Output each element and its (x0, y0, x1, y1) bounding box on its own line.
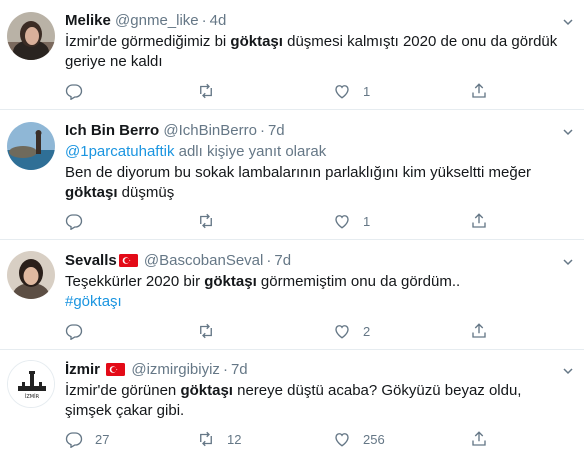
reply-icon (65, 82, 83, 100)
tweet-header: Ich Bin Berro @IchBinBerro · 7d (65, 121, 554, 141)
like-button[interactable]: 1 (333, 211, 370, 231)
timestamp[interactable]: 7d (268, 122, 285, 139)
turkey-flag-icon (118, 254, 138, 267)
like-button[interactable]: 2 (333, 321, 370, 341)
retweet-icon (197, 322, 215, 340)
share-icon (470, 322, 488, 340)
separator-dot: · (259, 122, 265, 139)
tweet-1[interactable]: Melike @gnme_like · 4d İzmir'de görmediğim… (0, 0, 584, 110)
tweet-header: İzmir @izmirgibiyiz · 7d (65, 360, 554, 380)
separator-dot: · (201, 12, 207, 29)
reply-to-link[interactable]: @1parcatuhaftik (65, 143, 174, 160)
retweet-icon (197, 82, 215, 100)
tweet-header: Sevalls @BascobanSeval · 7d (65, 251, 554, 271)
share-button[interactable] (470, 211, 488, 231)
reply-to-label: adlı kişiye yanıt olarak (174, 143, 327, 160)
avatar[interactable]: İZMİR (7, 360, 55, 408)
chevron-down-icon[interactable] (562, 15, 574, 27)
tweet-actions: 1 (65, 211, 495, 231)
reply-icon (65, 430, 83, 448)
share-icon (470, 82, 488, 100)
hashtag-line: #göktaşı (65, 292, 564, 312)
reply-icon (65, 212, 83, 230)
tweet-text-part: görmemiştim onu da gördüm.. (256, 273, 461, 290)
chevron-down-icon[interactable] (562, 255, 574, 267)
share-button[interactable] (470, 81, 488, 101)
chevron-down-icon[interactable] (562, 125, 574, 137)
display-name[interactable]: Melike (65, 12, 111, 29)
user-handle[interactable]: @izmirgibiyiz (131, 361, 220, 378)
turkey-flag-icon (106, 363, 126, 376)
tweet-text-keyword: göktaşı (180, 382, 233, 399)
tweet-text-part: Ben de diyorum bu sokak lambalarının par… (65, 164, 532, 181)
tweet-actions: 27 12 256 (65, 429, 495, 449)
share-icon (470, 212, 488, 230)
tweet-4[interactable]: İZMİR İzmir @izmirgibiyiz · 7d İzmir'de gö… (0, 350, 584, 452)
timestamp[interactable]: 7d (274, 252, 291, 269)
avatar[interactable] (7, 251, 55, 299)
retweet-icon (197, 430, 215, 448)
separator-dot: · (222, 361, 228, 378)
retweet-button[interactable] (197, 81, 227, 101)
like-button[interactable]: 256 (333, 429, 385, 449)
like-button[interactable]: 1 (333, 81, 370, 101)
like-count: 1 (363, 213, 371, 229)
tweet-text: İzmir'de görmediğimiz bi göktaşı düşmesi… (65, 32, 564, 72)
retweet-button[interactable] (197, 211, 227, 231)
avatar[interactable] (7, 12, 55, 60)
tweet-actions: 1 (65, 81, 495, 101)
separator-dot: · (266, 252, 272, 269)
hashtag-link[interactable]: #göktaşı (65, 293, 122, 310)
timestamp[interactable]: 7d (231, 361, 248, 378)
tweet-text: İzmir'de görünen göktaşı nereye düştü ac… (65, 381, 564, 421)
reply-count: 27 (95, 431, 110, 447)
tweet-header: Melike @gnme_like · 4d (65, 11, 554, 31)
tweet-2[interactable]: Ich Bin Berro @IchBinBerro · 7d @1parcatuh… (0, 110, 584, 240)
tweet-actions: 2 (65, 321, 495, 341)
tweet-text-keyword: göktaşı (65, 184, 118, 201)
display-name[interactable]: Ich Bin Berro (65, 122, 159, 139)
like-count: 1 (363, 83, 371, 99)
like-count: 256 (363, 431, 385, 447)
tweet-text-part: İzmir'de görmediğimiz bi (65, 33, 231, 50)
share-icon (470, 430, 488, 448)
display-name[interactable]: İzmir (65, 361, 100, 378)
reply-button[interactable] (65, 321, 95, 341)
retweet-count: 12 (227, 431, 242, 447)
share-button[interactable] (470, 429, 488, 449)
heart-icon (333, 430, 351, 448)
user-handle[interactable]: @gnme_like (115, 12, 199, 29)
like-count: 2 (363, 323, 371, 339)
tweet-timeline: Melike @gnme_like · 4d İzmir'de görmediğim… (0, 0, 584, 452)
avatar[interactable] (7, 122, 55, 170)
retweet-icon (197, 212, 215, 230)
tweet-text-keyword: göktaşı (204, 273, 257, 290)
user-handle[interactable]: @IchBinBerro (163, 122, 257, 139)
display-name[interactable]: Sevalls (65, 252, 117, 269)
chevron-down-icon[interactable] (562, 364, 574, 376)
reply-button[interactable]: 27 (65, 429, 109, 449)
retweet-button[interactable] (197, 321, 227, 341)
tweet-3[interactable]: Sevalls @BascobanSeval · 7d Teşekkürler 20… (0, 240, 584, 350)
timestamp[interactable]: 4d (210, 12, 227, 29)
heart-icon (333, 322, 351, 340)
share-button[interactable] (470, 321, 488, 341)
tweet-text-keyword: göktaşı (230, 33, 283, 50)
reply-button[interactable] (65, 211, 95, 231)
user-handle[interactable]: @BascobanSeval (144, 252, 263, 269)
avatar-logo-text: İZMİR (25, 393, 40, 400)
tweet-text: Teşekkürler 2020 bir göktaşı görmemiştim… (65, 272, 564, 292)
reply-icon (65, 322, 83, 340)
tweet-text-part: Teşekkürler 2020 bir (65, 273, 205, 290)
heart-icon (333, 82, 351, 100)
tweet-text: Ben de diyorum bu sokak lambalarının par… (65, 163, 564, 203)
reply-context: @1parcatuhaftik adlı kişiye yanıt olarak (65, 142, 564, 162)
heart-icon (333, 212, 351, 230)
tweet-text-part: İzmir'de görünen (65, 382, 181, 399)
tweet-text-part: düşmüş (117, 184, 175, 201)
retweet-button[interactable]: 12 (197, 429, 241, 449)
reply-button[interactable] (65, 81, 95, 101)
